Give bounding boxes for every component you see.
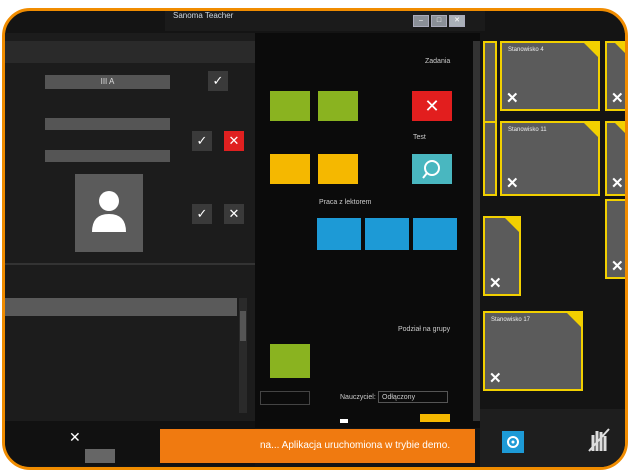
middle-scrollbar[interactable]	[473, 41, 480, 421]
zadania-label: Zadania	[425, 58, 451, 65]
station-tile-4[interactable]: Stanowisko 4 ✕	[500, 41, 600, 111]
station-tile-12[interactable]: ✕	[605, 121, 625, 196]
class-name: III A	[45, 75, 170, 89]
status-bar: na... Aplikacja uruchomiona w trybie dem…	[160, 429, 475, 463]
avatar-remove-button[interactable]: ✕	[224, 204, 244, 224]
indicator	[340, 419, 348, 423]
avatar	[75, 174, 143, 252]
lektor-tile-2[interactable]	[365, 218, 409, 250]
station-close-icon[interactable]: ✕	[506, 89, 519, 107]
divider	[5, 263, 255, 265]
list-area	[5, 298, 237, 316]
footer-icon-box	[85, 449, 115, 463]
left-header-strip	[5, 41, 255, 63]
window-title: Sanoma Teacher	[173, 11, 234, 20]
lektor-tile-1[interactable]	[317, 218, 361, 250]
test-tile-2[interactable]	[318, 154, 358, 184]
scrollbar-thumb[interactable]	[240, 311, 246, 341]
name-field[interactable]	[45, 118, 170, 130]
station-tile-11[interactable]: Stanowisko 11 ✕	[500, 121, 600, 196]
task-tile-2[interactable]	[318, 91, 358, 121]
close-window-button[interactable]: ✕	[449, 15, 465, 27]
teacher-label: Nauczyciel:	[340, 394, 376, 401]
class-confirm-button[interactable]: ✓	[208, 71, 228, 91]
station-tile-5[interactable]: ✕	[605, 41, 625, 111]
station-label: Stanowisko 11	[508, 127, 547, 133]
station-tile-13[interactable]: ✕	[605, 199, 625, 279]
station-close-icon[interactable]: ✕	[489, 369, 502, 387]
raise-hand-button[interactable]	[583, 423, 615, 455]
station-close-icon[interactable]: ✕	[611, 174, 624, 192]
settings-button[interactable]	[502, 431, 524, 453]
test-tile-1[interactable]	[270, 154, 310, 184]
hand-off-icon	[588, 428, 610, 452]
station-label: Stanowisko 4	[508, 47, 544, 53]
test-label: Test	[413, 134, 426, 141]
lektor-tile-3[interactable]	[413, 218, 457, 250]
user-icon	[92, 191, 126, 232]
station-label: Stanowisko 17	[491, 317, 531, 323]
search-test-button[interactable]	[412, 154, 452, 184]
cancel-task-button[interactable]: ✕	[412, 91, 452, 121]
station-tile-partial-2[interactable]	[483, 121, 497, 196]
gear-icon	[507, 436, 519, 448]
station-tile-partial-3[interactable]: ✕	[483, 216, 521, 296]
status-message: na... Aplikacja uruchomiona w trybie dem…	[260, 440, 451, 451]
search-icon	[422, 160, 440, 179]
maximize-button[interactable]: □	[431, 15, 447, 27]
minimize-button[interactable]: –	[413, 15, 429, 27]
station-close-icon[interactable]: ✕	[611, 89, 624, 107]
avatar-confirm-button[interactable]: ✓	[192, 204, 212, 224]
orange-indicator	[420, 414, 450, 422]
reject-button[interactable]: ✕	[224, 131, 244, 151]
group-tile[interactable]	[270, 344, 310, 378]
close-panel-button[interactable]: ✕	[69, 429, 81, 446]
teacher-select[interactable]: Odłączony	[378, 391, 448, 403]
station-tile-17[interactable]: Stanowisko 17 ✕	[483, 311, 583, 391]
lektor-label: Praca z lektorem	[319, 199, 372, 206]
station-close-icon[interactable]: ✕	[489, 274, 502, 292]
podzial-label: Podział na grupy	[398, 326, 451, 333]
task-tile-1[interactable]	[270, 91, 310, 121]
filter-dropdown[interactable]	[260, 391, 310, 405]
approve-button[interactable]: ✓	[192, 131, 212, 151]
surname-field[interactable]	[45, 150, 170, 162]
app-frame: Sanoma Teacher – □ ✕ III A ✓ ✓ ✕ ✓ ✕ ✕ Z…	[2, 8, 628, 470]
station-close-icon[interactable]: ✕	[611, 257, 624, 275]
station-close-icon[interactable]: ✕	[506, 174, 519, 192]
